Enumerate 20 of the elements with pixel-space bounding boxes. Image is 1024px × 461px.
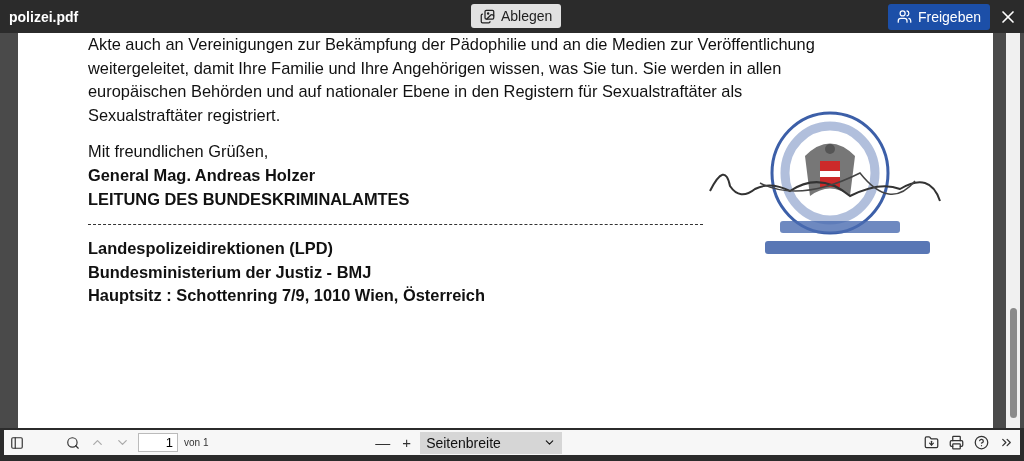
document-text: LEITUNG DES BUNDESKRIMINALAMTES [88, 188, 411, 210]
document-text: Landespolizeidirektionen (LPD) [88, 238, 334, 260]
share-button[interactable]: Freigeben [887, 3, 990, 30]
help-icon[interactable] [972, 433, 991, 452]
page-number-field[interactable]: 1 [138, 433, 178, 452]
document-text: Mit freundlichen Grüßen, [88, 141, 270, 163]
window-title: polizei.pdf [9, 8, 79, 25]
images-icon [480, 8, 495, 24]
zoom-select[interactable]: Seitenbreite [420, 431, 563, 454]
zoom-out-button[interactable]: — [372, 434, 394, 451]
document-text: Hauptsitz : Schottenring 7/9, 1010 Wien, Österreich [88, 285, 486, 307]
zoom-in-button[interactable]: + [399, 434, 415, 451]
page-count: von 1 [184, 437, 209, 448]
scrollbar[interactable] [1006, 33, 1020, 428]
print-icon[interactable] [947, 433, 966, 452]
document-text: Akte auch an Vereinigungen zur Bekämpfung der Pädophilie und an die Medien zur Veröffentlichung weitergeleitet, damit Ihre Familie und Ihre Angehörigen wissen, was Sie tun. Sie werden in allen europäischen Behörden und auf nationaler Ebene in den Registern für Sexualstraftäter als Sexualstraftäter registriert. [88, 34, 816, 126]
document-text: General Mag. Andreas Holzer [88, 164, 317, 186]
save-button[interactable]: Ablegen [471, 4, 562, 28]
document-text: Bundesministerium der Justiz - BMJ [88, 261, 373, 283]
people-icon [896, 9, 912, 24]
